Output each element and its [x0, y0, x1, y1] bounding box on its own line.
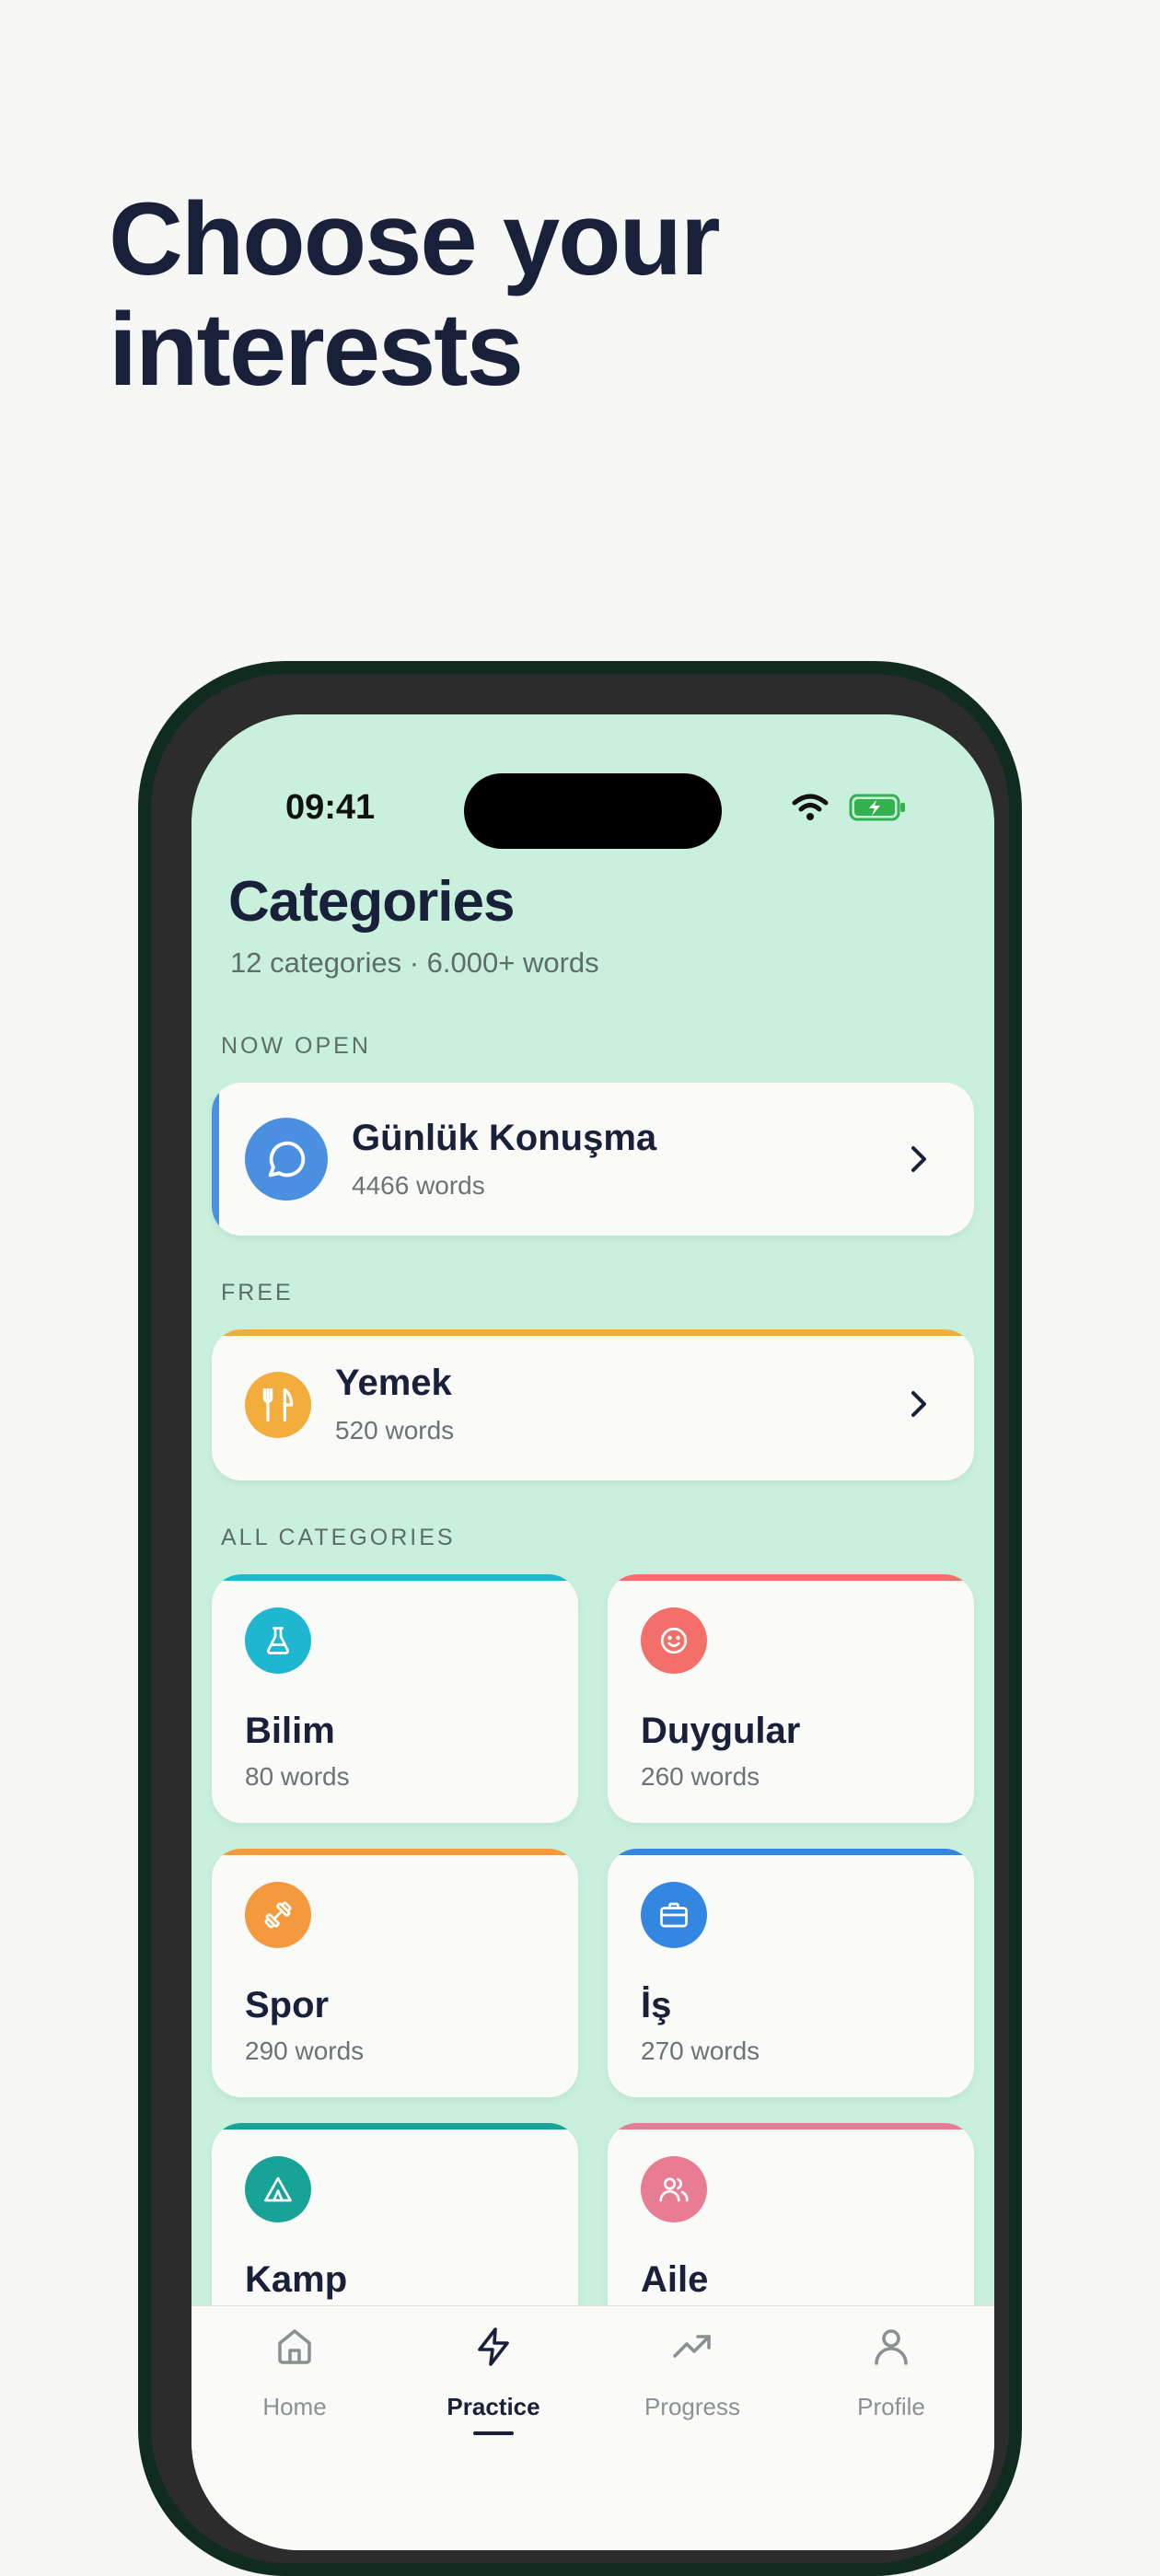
chevron-right-icon: [911, 1146, 926, 1172]
tab-label: Practice: [447, 2393, 540, 2420]
section-label-now-open: NOW OPEN: [221, 1033, 371, 1059]
card-count: 4466 words: [352, 1171, 485, 1200]
page-title: Categories: [228, 870, 515, 934]
card-name: Kamp: [245, 2259, 348, 2300]
tab-profile[interactable]: Profile: [818, 2306, 965, 2444]
card-count: 260 words: [641, 1762, 760, 1791]
card-accent: [212, 1329, 974, 1336]
hero-title: Choose your interests: [109, 181, 721, 407]
active-tab-indicator: [473, 2431, 514, 2435]
lightning-icon: [478, 2327, 509, 2366]
chevron-right-icon: [911, 1391, 926, 1417]
card-name: Bilim: [245, 1711, 335, 1751]
wifi-icon: [792, 794, 829, 820]
card-name: Aile: [641, 2259, 709, 2300]
card-accent: [212, 1574, 578, 1581]
card-count: 290 words: [245, 2036, 365, 2065]
card-name: Duygular: [641, 1711, 801, 1751]
tab-label: Progress: [644, 2393, 741, 2420]
phone-screen: 09:41 Categories 12 categories · 6.000+ …: [191, 714, 994, 2550]
section-label-free: FREE: [221, 1280, 294, 1305]
tab-label: Home: [262, 2393, 327, 2420]
flask-icon: [245, 1607, 311, 1674]
chat-bubble-icon: [245, 1118, 328, 1201]
card-count: 520 words: [335, 1416, 455, 1445]
card-count: 80 words: [245, 1762, 350, 1791]
card-name: Yemek: [335, 1363, 452, 1403]
card-name: İş: [641, 1985, 672, 2025]
free-card[interactable]: Yemek 520 words: [212, 1329, 974, 1480]
phone-frame: 09:41 Categories 12 categories · 6.000+ …: [138, 661, 1022, 2576]
tab-home[interactable]: Home: [221, 2306, 368, 2444]
card-accent: [212, 2123, 578, 2129]
card-name: Spor: [245, 1985, 330, 2025]
tab-progress[interactable]: Progress: [619, 2306, 766, 2444]
now-open-card[interactable]: Günlük Konuşma 4466 words: [212, 1083, 974, 1236]
tab-practice[interactable]: Practice: [420, 2306, 567, 2444]
card-accent: [608, 1574, 974, 1581]
section-label-all-categories: ALL CATEGORIES: [221, 1525, 456, 1550]
home-icon: [278, 2329, 311, 2364]
dynamic-island: [464, 773, 722, 849]
category-card-is[interactable]: İş 270 words: [608, 1849, 974, 2097]
tab-bar: Home Practice Progress Profile: [191, 2305, 994, 2550]
category-card-spor[interactable]: Spor 290 words: [212, 1849, 578, 2097]
card-count: 270 words: [641, 2036, 760, 2065]
card-accent: [608, 2123, 974, 2129]
page-subtitle: 12 categories · 6.000+ words: [230, 946, 599, 979]
card-accent: [212, 1849, 578, 1855]
card-name: Günlük Konuşma: [352, 1118, 657, 1158]
trend-up-icon: [673, 2335, 711, 2358]
status-time: 09:41: [285, 788, 376, 827]
fork-knife-icon: [245, 1372, 311, 1438]
category-card-bilim[interactable]: Bilim 80 words: [212, 1574, 578, 1823]
tent-icon: [245, 2156, 311, 2222]
card-accent: [212, 1083, 219, 1236]
category-card-duygular[interactable]: Duygular 260 words: [608, 1574, 974, 1823]
person-icon: [875, 2329, 908, 2365]
card-accent: [608, 1849, 974, 1855]
battery-icon: [849, 794, 905, 821]
briefcase-icon: [641, 1882, 707, 1948]
smile-icon: [641, 1607, 707, 1674]
dumbbell-icon: [245, 1882, 311, 1948]
people-icon: [641, 2156, 707, 2222]
tab-label: Profile: [857, 2393, 925, 2420]
